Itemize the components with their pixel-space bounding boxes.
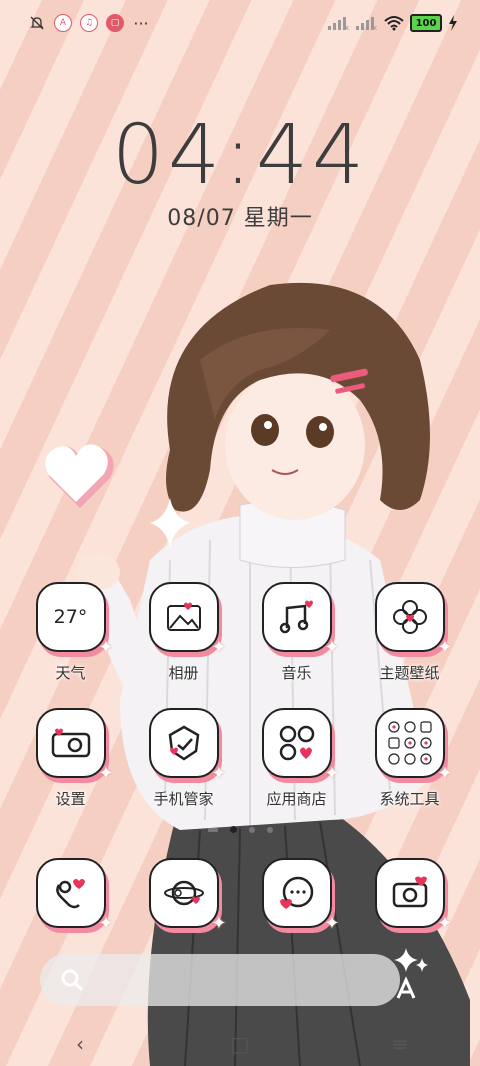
nav-home-button[interactable]: □ — [220, 1029, 260, 1059]
security-icon[interactable]: ✦ — [148, 708, 227, 784]
app-a-icon: A — [54, 14, 72, 32]
app-label: 天气 — [55, 664, 86, 682]
app-weather[interactable]: 27° ✦ 天气 — [14, 582, 127, 683]
dock-camera[interactable]: ✦ — [353, 858, 466, 934]
app-music[interactable]: ✦ 音乐 — [240, 582, 353, 683]
page-indicator-dot — [229, 826, 237, 833]
app-store[interactable]: ✦ 应用商店 — [240, 708, 353, 809]
signal-icon: x — [328, 17, 349, 30]
app-red-icon: ▢ — [106, 14, 124, 32]
camera-icon[interactable]: ✦ — [374, 858, 453, 934]
messages-icon[interactable]: ✦ — [261, 858, 340, 934]
status-bar: A ♫ ▢ ··· x x 100 — [0, 0, 480, 50]
dock-phone[interactable]: ✦ — [14, 858, 127, 934]
app-security[interactable]: ✦ 手机管家 — [127, 708, 240, 809]
app-music-icon: ♫ — [80, 14, 98, 32]
page-indicator-dot — [266, 826, 273, 833]
search-bar[interactable] — [40, 954, 400, 1006]
page-indicator-dot — [248, 826, 255, 833]
app-system-tools-folder[interactable]: ✦ 系统工具 — [353, 708, 466, 809]
app-store-icon[interactable]: ✦ — [261, 708, 340, 784]
svg-text:x: x — [345, 24, 349, 30]
charging-icon — [449, 15, 457, 31]
search-icon — [61, 969, 84, 992]
app-label: 设置 — [55, 790, 86, 808]
ai-assistant-icon[interactable] — [386, 948, 434, 1004]
settings-camera-icon[interactable]: ✦ — [35, 708, 114, 784]
dock-messages[interactable]: ✦ — [240, 858, 353, 934]
gallery-icon[interactable]: ✦ — [148, 582, 227, 658]
nav-menu-button[interactable]: ≡ — [380, 1029, 420, 1059]
sparkle-decoration-icon — [150, 498, 190, 548]
app-settings[interactable]: ✦ 设置 — [14, 708, 127, 809]
bell-off-icon — [28, 14, 46, 32]
app-label: 主题壁纸 — [379, 664, 440, 682]
more-dots-icon: ··· — [133, 13, 149, 33]
app-label: 相册 — [168, 664, 199, 682]
svg-text:x: x — [373, 24, 377, 30]
wifi-icon — [384, 16, 404, 31]
app-label: 手机管家 — [153, 790, 214, 808]
app-label: 应用商店 — [266, 790, 327, 808]
music-icon[interactable]: ✦ — [261, 582, 340, 658]
page-indicator — [0, 826, 480, 833]
lockscreen-clock: 04:44 — [111, 108, 369, 203]
browser-icon[interactable]: ✦ — [148, 858, 227, 934]
navigation-bar: ‹ □ ≡ — [0, 1022, 480, 1066]
app-theme[interactable]: ✦ 主题壁纸 — [353, 582, 466, 683]
app-gallery[interactable]: ✦ 相册 — [127, 582, 240, 683]
heart-decoration-icon — [45, 444, 114, 508]
app-label: 系统工具 — [379, 790, 440, 808]
app-label: 音乐 — [281, 664, 312, 682]
page-indicator-list-icon — [207, 827, 218, 832]
system-tools-folder-icon[interactable]: ✦ — [374, 708, 453, 784]
theme-icon[interactable]: ✦ — [374, 582, 453, 658]
weather-icon[interactable]: 27° ✦ — [35, 582, 114, 658]
phone-icon[interactable]: ✦ — [35, 858, 114, 934]
lockscreen-date: 08/07 星期一 — [167, 206, 313, 231]
signal-icon: x — [356, 17, 377, 30]
nav-back-button[interactable]: ‹ — [60, 1029, 100, 1059]
dock-browser[interactable]: ✦ — [127, 858, 240, 934]
battery-icon: 100 — [410, 14, 442, 32]
